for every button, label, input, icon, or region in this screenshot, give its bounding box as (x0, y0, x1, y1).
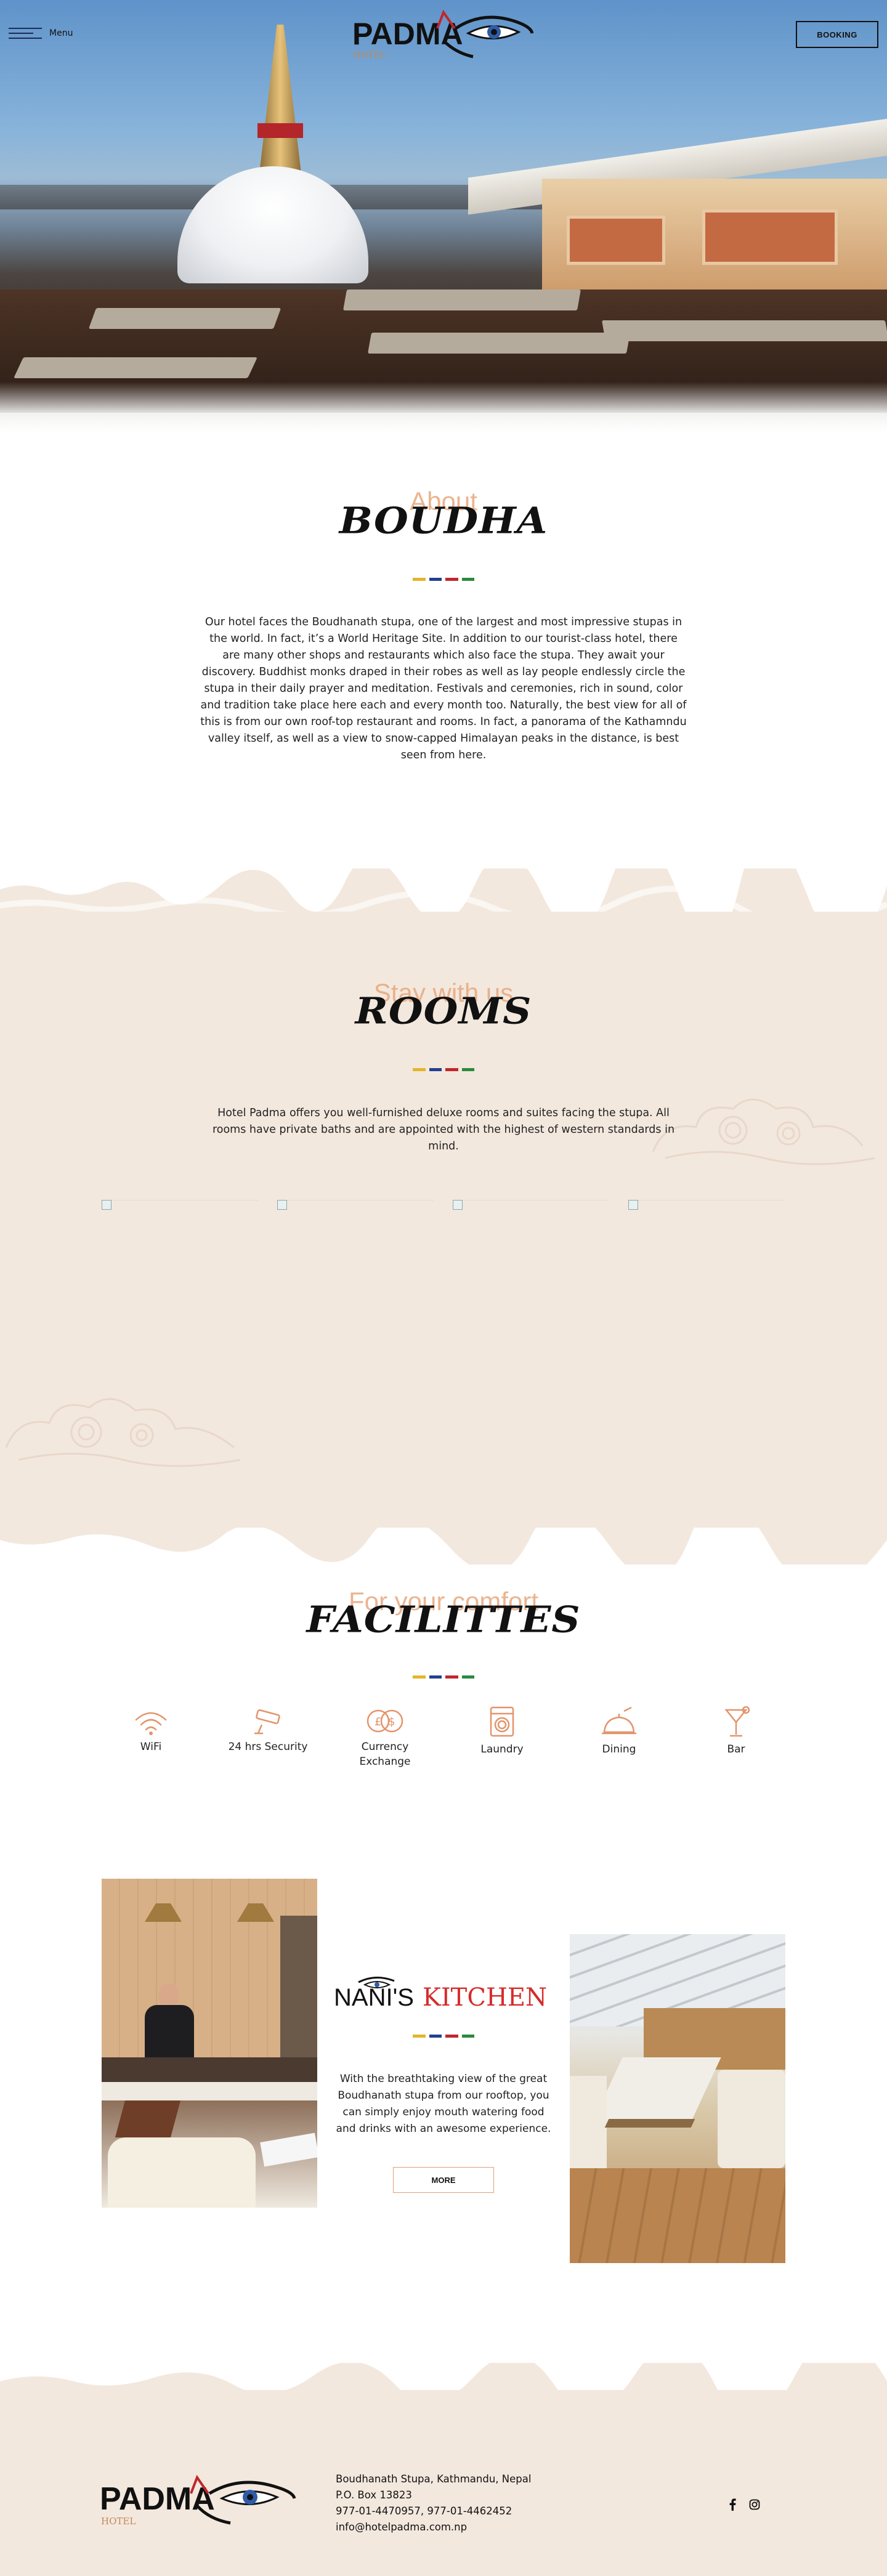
facility-label: WiFi (140, 1741, 162, 1753)
facilities-title: FACILITTES (306, 1598, 581, 1641)
rooms-title: ROOMS (355, 990, 532, 1032)
facility-dining: Dining (573, 1706, 665, 1757)
cloud-ornament-icon (5, 1398, 241, 1467)
kitchen-photo-bar (102, 1879, 317, 2208)
rooms-body: Hotel Padma offers you well-furnished de… (212, 1107, 675, 1152)
kitchen-logo-b: KITCHEN (423, 1983, 547, 2012)
cctv-icon (254, 1709, 280, 1735)
padma-logo-footer[interactable]: PADMA HOTEL (99, 2468, 302, 2529)
broken-image-icon (628, 1200, 638, 1210)
logo-wordmark: PADMA (352, 17, 463, 51)
currency-exchange-icon: £ $ (367, 1709, 403, 1733)
kitchen-body: With the breathtaking view of the great … (336, 2073, 551, 2135)
nanis-kitchen-logo: NANI'S KITCHEN (334, 1977, 547, 2012)
footer-phones[interactable]: 977-01-4470957, 977-01-4462452 (336, 2503, 512, 2519)
room-card[interactable] (277, 1200, 434, 1335)
section-divider (413, 1068, 474, 1071)
broken-image-icon (453, 1200, 463, 1210)
section-divider (413, 1675, 474, 1679)
section-divider (413, 2035, 474, 2038)
facility-label: Dining (602, 1743, 636, 1756)
section-divider (413, 578, 474, 581)
cocktail-icon (724, 1706, 750, 1737)
logo-subtext: HOTEL (101, 2516, 136, 2527)
footer-address: Boudhanath Stupa, Kathmandu, Nepal (336, 2473, 532, 2485)
more-button[interactable]: MORE (393, 2167, 494, 2193)
dining-icon (602, 1706, 636, 1735)
facility-security: 24 hrs Security (222, 1706, 314, 1754)
facility-currency: £ $ Currency Exchange (339, 1706, 431, 1769)
logo-wordmark: PADMA (100, 2481, 215, 2517)
wifi-icon (135, 1712, 167, 1735)
padma-logo[interactable]: PADMA HOTEL (351, 4, 536, 63)
washing-machine-icon (490, 1706, 514, 1737)
facility-label: Currency Exchange (359, 1741, 411, 1768)
hamburger-icon[interactable] (9, 26, 42, 40)
about-title: BOUDHA (339, 500, 548, 542)
menu-button[interactable]: Menu (9, 25, 76, 42)
facebook-icon[interactable] (728, 2498, 737, 2511)
footer-po-box: P.O. Box 13823 (336, 2489, 412, 2501)
footer-email[interactable]: info@hotelpadma.com.np (336, 2519, 467, 2535)
broken-image-icon (277, 1200, 287, 1210)
stupa-spire (259, 25, 302, 179)
room-card[interactable] (102, 1200, 258, 1335)
logo-subtext: HOTEL (354, 51, 386, 60)
booking-button[interactable]: BOOKING (796, 21, 878, 48)
menu-label: Menu (49, 28, 73, 38)
room-card[interactable] (628, 1200, 785, 1335)
about-body: Our hotel faces the Boudhanath stupa, on… (200, 616, 687, 761)
facility-wifi: WiFi (105, 1706, 197, 1754)
instagram-icon[interactable] (749, 2499, 760, 2510)
facility-label: Bar (727, 1743, 745, 1756)
cloud-ornament-icon (652, 1098, 875, 1165)
torn-paper-edge-bottom (0, 1509, 887, 1565)
hero-image (0, 0, 887, 444)
kitchen-photo-rooftop (570, 1934, 785, 2263)
facility-label: 24 hrs Security (228, 1741, 308, 1753)
stupa-dome (177, 166, 368, 283)
facility-laundry: Laundry (456, 1706, 548, 1757)
facility-bar: Bar (690, 1706, 782, 1757)
svg-text:$: $ (388, 1715, 395, 1728)
facility-label: Laundry (480, 1743, 524, 1756)
broken-image-icon (102, 1200, 111, 1210)
room-card[interactable] (453, 1200, 609, 1335)
svg-text:£: £ (375, 1715, 381, 1728)
